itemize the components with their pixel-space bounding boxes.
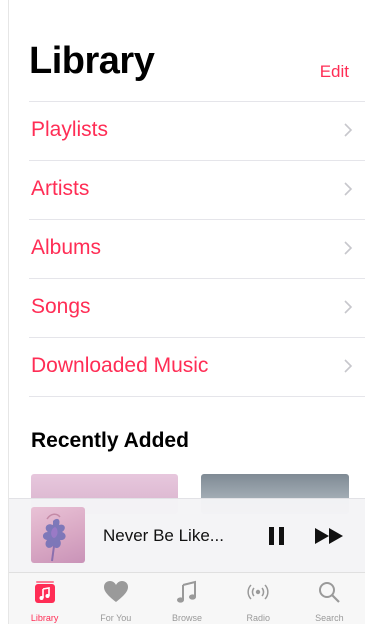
tab-library[interactable]: Library [9,573,80,624]
list-item-label: Albums [31,236,102,259]
tab-label: For You [100,613,132,623]
music-note-icon [177,580,196,603]
heart-icon [103,581,128,602]
now-playing-artwork[interactable] [31,507,85,563]
chevron-right-icon [344,123,353,137]
list-item-label: Artists [31,177,90,200]
now-playing-title: Never Be Like... [103,526,224,545]
list-item-downloaded-music[interactable]: Downloaded Music [29,337,365,397]
edit-button[interactable]: Edit [320,62,349,82]
radio-icon [247,584,269,600]
tab-browse[interactable]: Browse [151,573,222,624]
search-icon [319,582,341,603]
library-icon [34,581,55,603]
tab-bar: Library For You Browse Radio Search [9,572,365,624]
mini-player[interactable]: Never Be Like... [9,498,365,573]
header: Library Edit [9,36,365,96]
pause-icon[interactable] [266,525,288,547]
recently-added-heading: Recently Added [31,429,189,452]
tab-label: Browse [172,613,203,623]
list-item-label: Playlists [31,118,109,141]
tab-radio[interactable]: Radio [223,573,294,624]
tab-label: Radio [246,613,270,623]
list-item-playlists[interactable]: Playlists [29,101,365,160]
app-frame: Library Edit Playlists Artists Albums So… [8,0,365,624]
list-item-artists[interactable]: Artists [29,160,365,219]
chevron-right-icon [344,359,353,373]
tab-label: Library [30,613,59,623]
list-item-songs[interactable]: Songs [29,278,365,337]
tab-label: Search [315,613,344,623]
tab-for-you[interactable]: For You [80,573,151,624]
chevron-right-icon [344,300,353,314]
album-art-image [42,513,66,562]
chevron-right-icon [344,241,353,255]
library-list: Playlists Artists Albums Songs Downloade… [29,101,365,397]
tab-search[interactable]: Search [294,573,365,624]
page-title: Library [29,40,155,82]
forward-icon[interactable] [313,525,347,547]
list-item-label: Downloaded Music [31,354,209,377]
list-item-albums[interactable]: Albums [29,219,365,278]
list-item-label: Songs [31,295,91,318]
chevron-right-icon [344,182,353,196]
